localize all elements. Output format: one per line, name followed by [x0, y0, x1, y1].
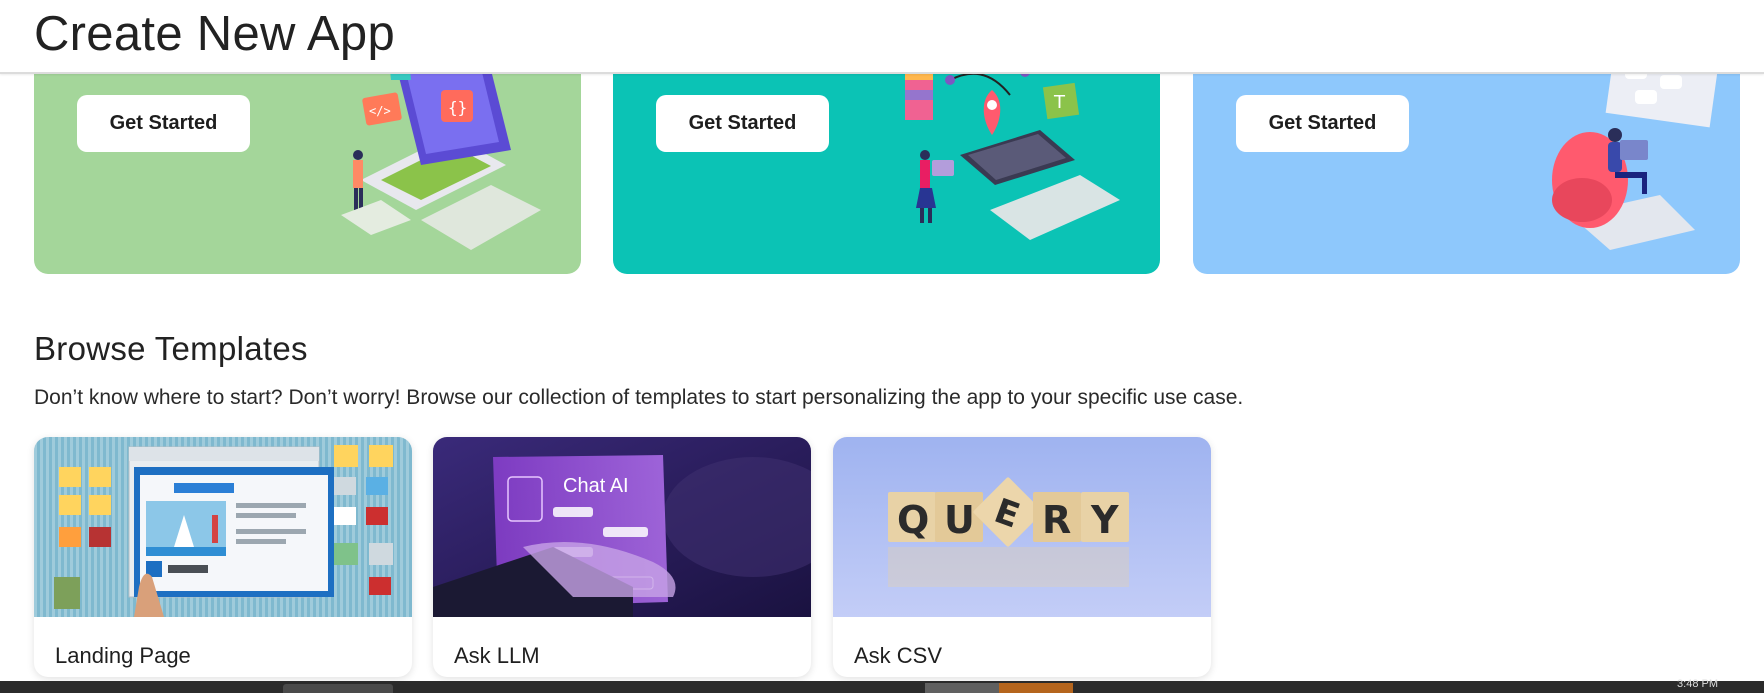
taskbar-app-button[interactable] [925, 683, 999, 693]
hero-card-1: Get Started {} </> [34, 60, 581, 274]
svg-text:{}: {} [448, 98, 467, 117]
get-started-button[interactable]: Get Started [1236, 95, 1409, 152]
section-description: Don’t know where to start? Don’t worry! … [34, 386, 1244, 409]
taskbar: 3:48 PM [0, 678, 1764, 693]
chat-ai-thumbnail: Chat AI [433, 437, 811, 617]
section-title: Browse Templates [34, 330, 308, 367]
chat-bubbles-illustration [1552, 60, 1720, 250]
svg-text:</>: </> [369, 104, 391, 118]
page-header: Create New App [0, 0, 1764, 74]
hero-card-2: Get Started T [613, 60, 1160, 274]
block-letter: U [944, 498, 975, 542]
template-label: Ask CSV [854, 643, 943, 668]
svg-text:T: T [1053, 92, 1066, 113]
template-label: Landing Page [55, 643, 191, 668]
taskbar-app-button[interactable] [999, 683, 1073, 693]
chat-ai-text: Chat AI [563, 475, 629, 497]
page-title: Create New App [34, 7, 396, 61]
hero-card-3: Get Started [1193, 60, 1740, 274]
get-started-button[interactable]: Get Started [656, 95, 829, 152]
template-card-landing-page[interactable]: Landing Page [34, 437, 412, 677]
taskbar-clock: 3:48 PM [1677, 678, 1718, 690]
get-started-button[interactable]: Get Started [77, 95, 250, 152]
block-letter: Y [1090, 498, 1119, 542]
block-letter: Q [897, 498, 929, 542]
taskbar-app-button[interactable] [283, 684, 393, 693]
design-tools-illustration: T [905, 60, 1120, 240]
query-blocks-thumbnail: Q U E R Y [833, 437, 1211, 617]
landing-page-thumbnail [34, 437, 412, 617]
laptop-code-illustration: {} </> [341, 60, 541, 250]
template-card-ask-llm[interactable]: Chat AI Ask LLM [433, 437, 811, 677]
block-letter: R [1042, 498, 1071, 542]
template-card-ask-csv[interactable]: Q U E R Y Ask CSV [833, 437, 1211, 677]
template-label: Ask LLM [454, 643, 540, 668]
